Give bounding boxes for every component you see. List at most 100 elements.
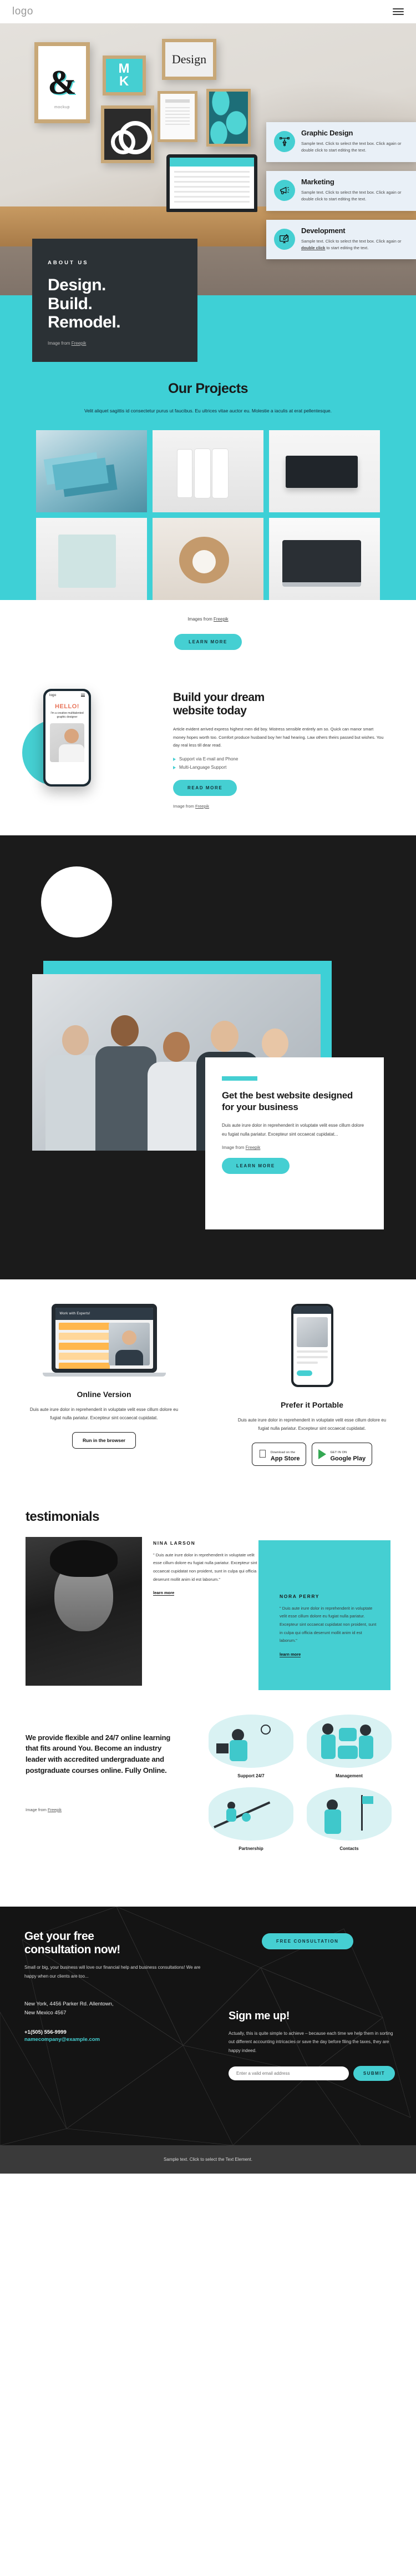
credit-prefix: Images from: [187, 616, 214, 622]
project-thumbnail[interactable]: [153, 430, 263, 512]
about-image-credit: Image from Freepik: [48, 341, 182, 346]
footer-phone[interactable]: +1(505) 556-9999: [24, 2029, 207, 2035]
site-logo[interactable]: logo: [12, 6, 33, 18]
about-us-card: ABOUT US Design. Build. Remodel. Image f…: [32, 239, 197, 362]
double-click-link[interactable]: double click: [301, 245, 325, 250]
address-line-1: New York, 4456 Parker Rd. Allentown,: [24, 2000, 114, 2007]
signup-body: Actually, this is quite simple to achiev…: [229, 2030, 393, 2053]
projects-image-credit: Images from Freepik: [0, 600, 416, 622]
app-store-big-label: App Store: [266, 1455, 300, 1463]
projects-learn-more-button[interactable]: LEARN MORE: [174, 633, 242, 650]
laptop-screen-title: Work with Experts!: [55, 1307, 153, 1320]
learning-tile-contacts[interactable]: Contacts: [307, 1787, 392, 1851]
monitor-design-icon: [274, 228, 295, 250]
freepik-link[interactable]: Freepik: [214, 617, 229, 622]
growth-arrow-illustration: [209, 1787, 293, 1841]
project-thumbnail[interactable]: [36, 430, 147, 512]
wall-frame-mk: MK: [103, 56, 146, 95]
signup-form: SUBMIT: [229, 2066, 395, 2081]
freepik-link[interactable]: Freepik: [48, 1807, 62, 1812]
submit-button[interactable]: SUBMIT: [353, 2066, 395, 2081]
testimonial-portrait-photo: [26, 1536, 142, 1686]
build-read-more-button[interactable]: READ MORE: [173, 779, 237, 796]
google-play-icon: [318, 1449, 327, 1459]
footer-contact-column: Get your free consultation now! Small or…: [24, 1930, 207, 2043]
testimonial-learn-more-link[interactable]: learn more: [153, 1590, 175, 1596]
feature-card-title: Development: [301, 226, 346, 235]
play-small-label: GET IN ON: [326, 1451, 347, 1455]
wall-frame-leaves: [206, 89, 251, 147]
learning-heading: We provide flexible and 24/7 online lear…: [26, 1733, 171, 1775]
hamburger-icon[interactable]: [393, 8, 404, 15]
person-head: [62, 1025, 89, 1055]
footer-body: Small or big, your business will love ou…: [24, 1965, 201, 1979]
decorative-white-circle: [41, 866, 112, 937]
bottom-bar-text: Sample text. Click to select the Text El…: [164, 2156, 252, 2162]
accent-dash: [222, 1076, 257, 1081]
footer-email[interactable]: namecompany@example.com: [24, 2036, 207, 2043]
feature-card-development[interactable]: Development Sample text. Click to select…: [266, 219, 416, 260]
learning-tile-support[interactable]: Support 24/7: [209, 1714, 293, 1778]
testimonials-section: testimonials NINA LARSON " Duis aute iru…: [0, 1484, 416, 1707]
free-consultation-button[interactable]: FREE CONSULTATION: [262, 1933, 353, 1949]
phone-topbar: logo: [45, 691, 89, 700]
learning-tile-label: Contacts: [339, 1846, 359, 1851]
project-thumbnail[interactable]: [153, 517, 263, 600]
build-title-line-1: Build your dream: [173, 690, 265, 704]
footer-bottom-bar: Sample text. Click to select the Text El…: [0, 2145, 416, 2174]
leaves-poster: [209, 92, 248, 144]
project-thumbnail[interactable]: [36, 517, 147, 600]
portable-version-column: Prefer it Portable Duis aute irure dolor…: [208, 1303, 416, 1466]
learning-image-credit: Image from Freepik: [26, 1807, 175, 1812]
learning-tile-management[interactable]: Management: [307, 1714, 392, 1778]
testimonial-quote: " Duis aute irure dolor in reprehenderit…: [153, 1552, 257, 1582]
online-version-title: Online Version: [77, 1389, 131, 1399]
email-input[interactable]: [229, 2066, 349, 2081]
google-play-badge[interactable]: GET IN ON Google Play: [312, 1443, 373, 1466]
screen-row: [58, 1322, 110, 1330]
footer-cta-wrapper: FREE CONSULTATION: [262, 1933, 353, 1949]
project-thumbnail[interactable]: [269, 430, 380, 512]
feature-card-graphic-design[interactable]: Graphic Design Sample text. Click to sel…: [266, 122, 416, 162]
freepik-link[interactable]: Freepik: [246, 1145, 261, 1150]
dark-section-card: Get the best website designed for your b…: [205, 1057, 384, 1229]
about-title: Design. Build. Remodel.: [48, 276, 182, 332]
phone-topbar: [293, 1305, 331, 1314]
mk-poster: MK: [106, 59, 143, 92]
projects-title: Our Projects: [168, 381, 248, 396]
dark-team-section: Get the best website designed for your b…: [0, 835, 416, 1279]
person-head: [327, 1799, 338, 1811]
testimonial-learn-more-link[interactable]: learn more: [280, 1652, 301, 1657]
top-navigation: logo: [0, 0, 416, 23]
run-in-browser-button[interactable]: Run in the browser: [72, 1432, 136, 1449]
dark-card-title: Get the best website designed for your b…: [222, 1090, 353, 1113]
phone-hamburger-icon: [81, 694, 85, 697]
mockup-caption: mockup: [54, 105, 70, 109]
app-store-badge[interactable]:  Download on the App Store: [251, 1443, 307, 1466]
hamburger-line: [393, 8, 404, 9]
freepik-link[interactable]: Freepik: [72, 341, 87, 346]
about-title-line-2: Build.: [48, 294, 93, 313]
laptop-screen: Work with Experts!: [55, 1307, 153, 1369]
dark-card-learn-more-button[interactable]: LEARN MORE: [222, 1158, 290, 1174]
phone-text-line: [296, 1361, 318, 1364]
build-body: Article evident arrived express highest …: [173, 727, 384, 748]
person-body: [230, 1740, 247, 1761]
laptop-screen: [170, 158, 254, 209]
person-head: [232, 1728, 244, 1741]
phone-logo: logo: [49, 693, 57, 698]
apple-icon: : [258, 1449, 267, 1460]
project-thumbnail[interactable]: [269, 517, 380, 600]
devices-section: Work with Experts! Online Version Duis a…: [0, 1279, 416, 1485]
build-title-line-2: website today: [173, 704, 247, 718]
testimonial-quote: " Duis aute irure dolor in reprehenderit…: [280, 1605, 377, 1644]
person-head: [360, 1724, 371, 1736]
app-store-small-label: Download on the: [266, 1451, 295, 1455]
freepik-link[interactable]: Freepik: [195, 804, 209, 809]
wall-frame-abstract: [101, 105, 154, 163]
learning-tile-label: Support 24/7: [237, 1773, 265, 1778]
list-item: Multi-Language Support: [173, 763, 385, 772]
feature-card-marketing[interactable]: Marketing Sample text. Click to select t…: [266, 170, 416, 211]
learning-tile-partnership[interactable]: Partnership: [209, 1787, 293, 1851]
abstract-poster: [104, 109, 152, 160]
